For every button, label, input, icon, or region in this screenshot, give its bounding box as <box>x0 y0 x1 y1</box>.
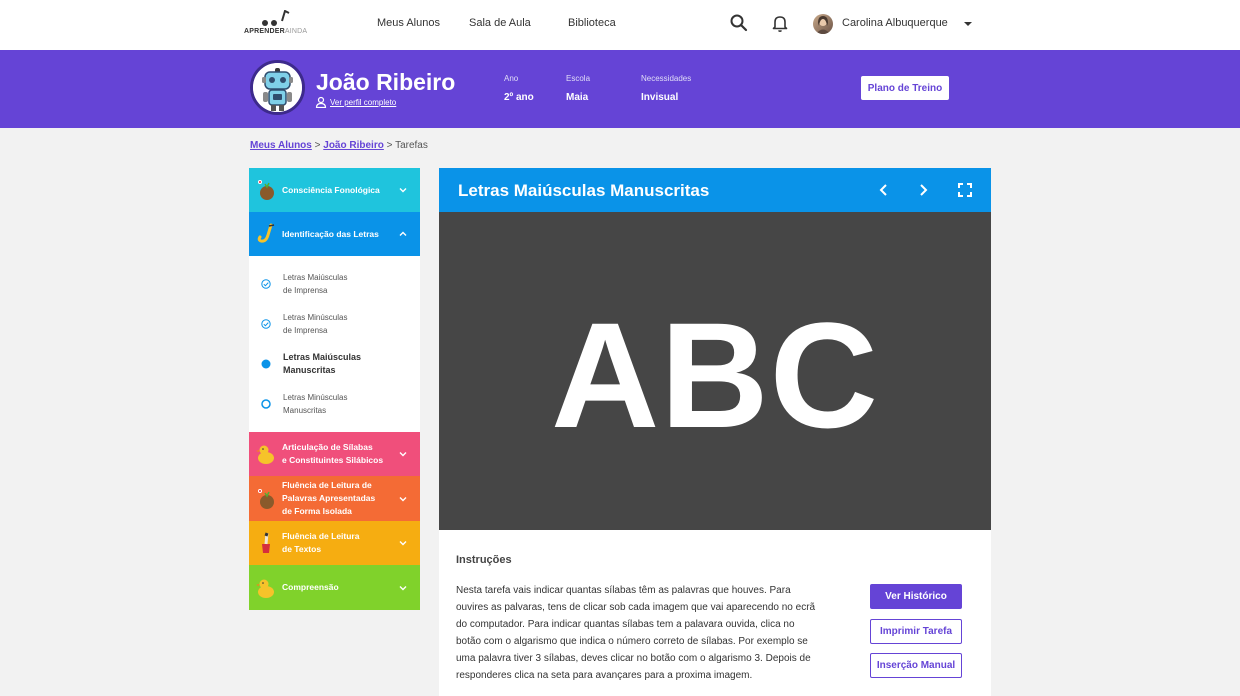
sidebar-item-label: Letras Minúsculas <box>283 393 348 402</box>
sidebar-category-label: Articulação de Sílabas <box>282 442 373 452</box>
chevron-down-icon[interactable] <box>399 539 407 547</box>
sidebar-item-label: de Imprensa <box>283 286 328 295</box>
sidebar-item-label: Letras Maiúsculas <box>283 352 362 362</box>
chevron-down-icon[interactable] <box>399 584 407 592</box>
breadcrumb-current: Tarefas <box>395 140 428 151</box>
sidebar-category-label: e Constituintes Silábicos <box>282 455 384 465</box>
view-profile-link[interactable]: Ver perfil completo <box>330 98 396 107</box>
ano-label: Ano <box>504 74 519 83</box>
paint-bucket-icon <box>262 532 270 553</box>
task-header: Letras Maiúsculas Manuscritas <box>439 168 991 212</box>
sidebar-item-minusculas-manuscritas[interactable]: Letras Minúsculas Manuscritas <box>249 384 420 424</box>
sidebar-category-label: Fluência de Leitura de <box>282 480 372 490</box>
coconut-icon <box>258 488 274 509</box>
current-dot-icon <box>261 359 271 369</box>
chevron-down-icon[interactable] <box>399 450 407 458</box>
nav-link-meus-alunos[interactable]: Meus Alunos <box>377 17 440 29</box>
stage-letters: ABC <box>551 290 879 459</box>
breadcrumb-joao-ribeiro[interactable]: João Ribeiro <box>323 140 384 151</box>
sidebar-category-label: Palavras Apresentadas <box>282 493 376 503</box>
task-title: Letras Maiúsculas Manuscritas <box>458 181 710 200</box>
empty-circle-icon <box>261 399 271 409</box>
sidebar-category-identificacao-letras[interactable]: Identificação das Letras <box>249 212 420 256</box>
nav-link-sala-de-aula[interactable]: Sala de Aula <box>469 17 531 29</box>
print-task-button[interactable]: Imprimir Tarefa <box>870 619 962 644</box>
fullscreen-icon[interactable] <box>957 182 973 198</box>
duck-icon <box>256 579 274 598</box>
top-navbar: APRENDERAINDA Meus Alunos Sala de Aula B… <box>0 0 1240 50</box>
breadcrumb-meus-alunos[interactable]: Meus Alunos <box>250 140 312 151</box>
student-header: João Ribeiro Ver perfil completo Ano 2º … <box>0 50 1240 128</box>
sidebar-item-label: Letras Maiúsculas <box>283 273 348 282</box>
student-name: João Ribeiro <box>316 69 456 95</box>
sidebar-category-consciencia-fonologica[interactable]: Consciência Fonológica <box>249 168 420 212</box>
robot-avatar-icon <box>250 60 305 115</box>
check-circle-icon <box>261 319 271 329</box>
ano-value: 2º ano <box>504 92 534 103</box>
chevron-down-icon[interactable] <box>964 22 972 26</box>
breadcrumb: Meus Alunos > João Ribeiro > Tarefas <box>250 140 428 151</box>
sidebar-category-fluencia-palavras[interactable]: Fluência de Leitura de Palavras Apresenta… <box>249 476 420 521</box>
escola-label: Escola <box>566 74 591 83</box>
manual-entry-button[interactable]: Inserção Manual <box>870 653 962 678</box>
bell-icon[interactable] <box>770 13 790 33</box>
view-history-button[interactable]: Ver Histórico <box>870 584 962 609</box>
instructions-text: Nesta tarefa vais indicar quantas sílaba… <box>456 585 816 681</box>
sidebar-item-minusculas-imprensa[interactable]: Letras Minúsculas de Imprensa <box>249 304 420 344</box>
logo-text: APRENDERAINDA <box>244 28 308 35</box>
chevron-down-icon[interactable] <box>399 186 407 194</box>
user-name[interactable]: Carolina Albuquerque <box>842 17 948 29</box>
duck-icon <box>256 445 274 464</box>
logo[interactable]: APRENDERAINDA <box>244 10 314 40</box>
sidebar-category-fluencia-textos[interactable]: Fluência de Leitura de Textos <box>249 521 420 565</box>
sidebar-category-label: de Textos <box>282 544 322 554</box>
sidebar-item-maiusculas-manuscritas[interactable]: Letras Maiúsculas Manuscritas <box>249 344 420 384</box>
chevron-down-icon[interactable] <box>399 495 407 503</box>
sidebar-category-articulacao-silabas[interactable]: Articulação de Sílabas e Constituintes Si… <box>249 432 420 476</box>
sidebar-item-label: de Imprensa <box>283 326 328 335</box>
task-sidebar: Consciência Fonológica Identificação das… <box>249 168 420 610</box>
search-icon[interactable] <box>729 13 749 33</box>
breadcrumb-separator: > <box>314 140 321 151</box>
user-icon <box>315 96 327 108</box>
check-circle-icon <box>261 279 271 289</box>
chevron-left-icon[interactable] <box>876 182 892 198</box>
sidebar-item-label: Letras Minúsculas <box>283 313 348 322</box>
escola-value: Maia <box>566 92 589 103</box>
coconut-icon <box>258 180 274 200</box>
instructions-title: Instruções <box>456 554 512 566</box>
breadcrumb-separator: > <box>386 140 393 151</box>
training-plan-button[interactable]: Plano de Treino <box>861 76 949 100</box>
sidebar-subitems: Letras Maiúsculas de Imprensa Letras Minú… <box>249 256 420 432</box>
sidebar-category-label: Identificação das Letras <box>282 228 379 239</box>
necessidades-value: Invisual <box>641 92 679 103</box>
chevron-up-icon[interactable] <box>399 230 407 238</box>
task-stage[interactable]: ABC <box>439 212 991 530</box>
sidebar-item-maiusculas-imprensa[interactable]: Letras Maiúsculas de Imprensa <box>249 264 420 304</box>
sidebar-item-label: Manuscritas <box>283 365 336 375</box>
chevron-right-icon[interactable] <box>915 182 931 198</box>
sidebar-category-label: de Forma Isolada <box>282 506 352 516</box>
nav-link-biblioteca[interactable]: Biblioteca <box>568 17 616 29</box>
necessidades-label: Necessidades <box>641 74 692 83</box>
avatar[interactable] <box>813 14 833 34</box>
sidebar-category-compreensao[interactable]: Compreensão <box>249 565 420 610</box>
saxophone-icon <box>257 223 275 243</box>
task-card: Letras Maiúsculas Manuscritas ABC Instru… <box>439 168 991 696</box>
sidebar-category-label: Consciência Fonológica <box>282 184 380 195</box>
sidebar-item-label: Manuscritas <box>283 406 327 415</box>
sidebar-category-label: Compreensão <box>282 582 339 592</box>
sidebar-category-label: Fluência de Leitura <box>282 531 360 541</box>
